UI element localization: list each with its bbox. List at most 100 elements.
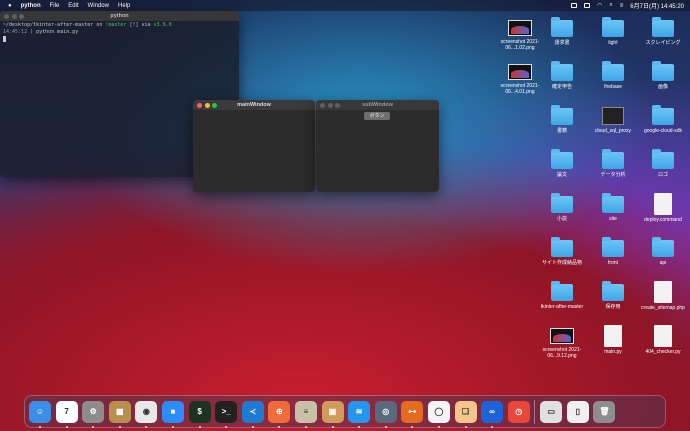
sub-window[interactable]: subWindow ボタン [316, 100, 439, 192]
folder-icon [652, 149, 674, 169]
search-icon[interactable]: ⌕ [609, 2, 612, 9]
screenshot-icon [550, 328, 574, 344]
desktop-item-folder[interactable]: front [587, 237, 639, 266]
desktop-item-folder[interactable]: 確定申告 [536, 61, 588, 90]
prompt-arrow: ⟩ [30, 29, 34, 35]
dock-terminal-icon[interactable]: >_ [215, 400, 238, 428]
archive-glyph: ▦ [116, 407, 124, 416]
main-window-titlebar[interactable]: mainWindow [193, 100, 315, 110]
safari-glyph: ⊕ [275, 407, 283, 416]
terminal-output[interactable]: ~/desktop/tkinter-after-master on ᚴmaste… [0, 21, 239, 45]
running-indicator [464, 425, 467, 428]
document-glyph: ▯ [575, 407, 581, 416]
dock-preview-icon[interactable]: ❏ [454, 400, 477, 428]
sequel-glyph: ≡ [303, 407, 309, 416]
menu-file[interactable]: File [50, 3, 60, 9]
desktop-item-file[interactable]: main.py [587, 325, 639, 355]
terminal-titlebar[interactable]: python [0, 11, 239, 21]
dock-chrome-icon[interactable]: ◉ [135, 400, 158, 428]
dock-zoom-icon[interactable]: ■ [161, 400, 184, 428]
dock-photos-icon[interactable]: ▭ [540, 400, 563, 423]
menu-edit[interactable]: Edit [68, 3, 78, 9]
system-preferences-glyph: ⚙ [89, 407, 97, 416]
apple-icon[interactable]: ● [8, 3, 12, 9]
desktop-item-label: firebase [604, 84, 622, 90]
desktop-item-file[interactable]: 404_checker.py [637, 325, 689, 355]
desktop-item-folder[interactable]: スクレイピング [637, 17, 689, 46]
dock-document-icon[interactable]: ▯ [566, 400, 589, 423]
dock-calendar-icon[interactable]: 7 [55, 400, 78, 428]
dock-docker-icon[interactable]: ≋ [348, 400, 371, 428]
folder-icon [602, 61, 624, 81]
dock-trash-icon[interactable]: 🗑 [593, 400, 616, 423]
sub-window-button[interactable]: ボタン [364, 112, 390, 120]
desktop-item-label: スクレイピング [645, 40, 681, 46]
desktop-item-folder[interactable]: 書籍 [536, 105, 588, 134]
dock-safari-icon[interactable]: ⊕ [268, 400, 291, 428]
desktop-item-exec[interactable]: cloud_sql_proxy [587, 105, 639, 134]
folder-icon [652, 105, 674, 125]
desktop-item-file[interactable]: create_sitemap.php [637, 281, 689, 311]
dock-infinity-icon[interactable]: ∞ [481, 400, 504, 428]
menu-clock[interactable]: 6月7日(月) 14:45:20 [630, 1, 684, 10]
dock-sourcetree-icon[interactable]: ⊶ [401, 400, 424, 428]
desktop-item-folder[interactable]: tkinter-after-master [536, 281, 588, 310]
desktop-item-label: site [609, 216, 617, 222]
running-indicator [491, 425, 494, 428]
dock-finder-icon[interactable]: ☺ [29, 400, 51, 428]
menu-help[interactable]: Help [118, 3, 130, 9]
dock-sequel-icon[interactable]: ≡ [294, 400, 317, 428]
dock-disk-utility-icon[interactable]: ◎ [374, 400, 397, 428]
dock-vscode-icon[interactable]: ≺ [241, 400, 264, 428]
dock-clock-icon[interactable]: ◷ [507, 400, 530, 423]
dock-terminal-green-icon[interactable]: $ [188, 400, 211, 428]
desktop-item-folder[interactable]: google-cloud-sdk [637, 105, 689, 134]
desktop-item-folder[interactable]: 請求書 [536, 17, 588, 46]
tray-icon[interactable] [571, 3, 578, 8]
tray-icon[interactable] [584, 3, 591, 8]
folder-icon [551, 61, 573, 81]
dock-package-icon[interactable]: ▣ [321, 400, 344, 428]
disk-utility-glyph: ◎ [382, 407, 390, 416]
package-glyph: ▣ [328, 407, 337, 416]
sub-window-titlebar[interactable]: subWindow [316, 100, 439, 110]
desktop-item-folder[interactable]: api [637, 237, 689, 266]
dock-mongodb-icon[interactable]: ◯ [427, 400, 450, 428]
dock-separator [534, 399, 536, 424]
desktop-item-folder[interactable]: 論文 [536, 149, 588, 178]
clock-glyph: ◷ [515, 407, 523, 416]
desktop-item-folder[interactable]: 画像 [637, 61, 689, 90]
desktop-item-folder[interactable]: ロゴ [637, 149, 689, 178]
desktop-item-label: cloud_sql_proxy [594, 128, 632, 134]
desktop-item-folder[interactable]: 保存用 [587, 281, 639, 310]
control-center-icon[interactable]: ≡ [620, 3, 624, 9]
desktop-item-file[interactable]: deploy.command [637, 193, 689, 223]
main-window[interactable]: mainWindow [193, 100, 315, 192]
prompt-on: on [96, 22, 103, 28]
desktop-item-screenshot[interactable]: screenshot 2021-06...9.12.png [536, 325, 588, 359]
menu-window[interactable]: Window [88, 3, 109, 9]
desktop-item-folder[interactable]: light [587, 17, 639, 46]
desktop-item-folder[interactable]: firebase [587, 61, 639, 90]
desktop-item-folder[interactable]: サイト作成納品物 [536, 237, 588, 266]
folder-icon [551, 17, 573, 37]
finder-glyph: ☺ [35, 407, 45, 416]
running-indicator [251, 425, 254, 428]
desktop-item-folder[interactable]: site [587, 193, 639, 222]
vscode-glyph: ≺ [249, 407, 257, 416]
desktop-item-label: screenshot 2021-06...9.12.png [542, 347, 582, 359]
zoom-glyph: ■ [170, 407, 176, 416]
main-window-title: mainWindow [237, 102, 271, 108]
desktop-item-folder[interactable]: データ分析 [587, 149, 639, 178]
menu-app-name[interactable]: python [21, 3, 41, 9]
desktop-item-label: tkinter-after-master [540, 304, 584, 310]
terminal-cursor [3, 36, 6, 42]
desktop-item-label: ロゴ [657, 172, 668, 178]
desktop-item-folder[interactable]: 小説 [536, 193, 588, 222]
folder-icon [602, 17, 624, 37]
desktop-item-label: 確定申告 [551, 84, 572, 90]
dock-system-preferences-icon[interactable]: ⚙ [82, 400, 105, 428]
dock-archive-icon[interactable]: ▦ [108, 400, 131, 428]
desktop-item-label: 書籍 [556, 128, 567, 134]
wifi-icon[interactable]: ◠ [597, 2, 602, 9]
